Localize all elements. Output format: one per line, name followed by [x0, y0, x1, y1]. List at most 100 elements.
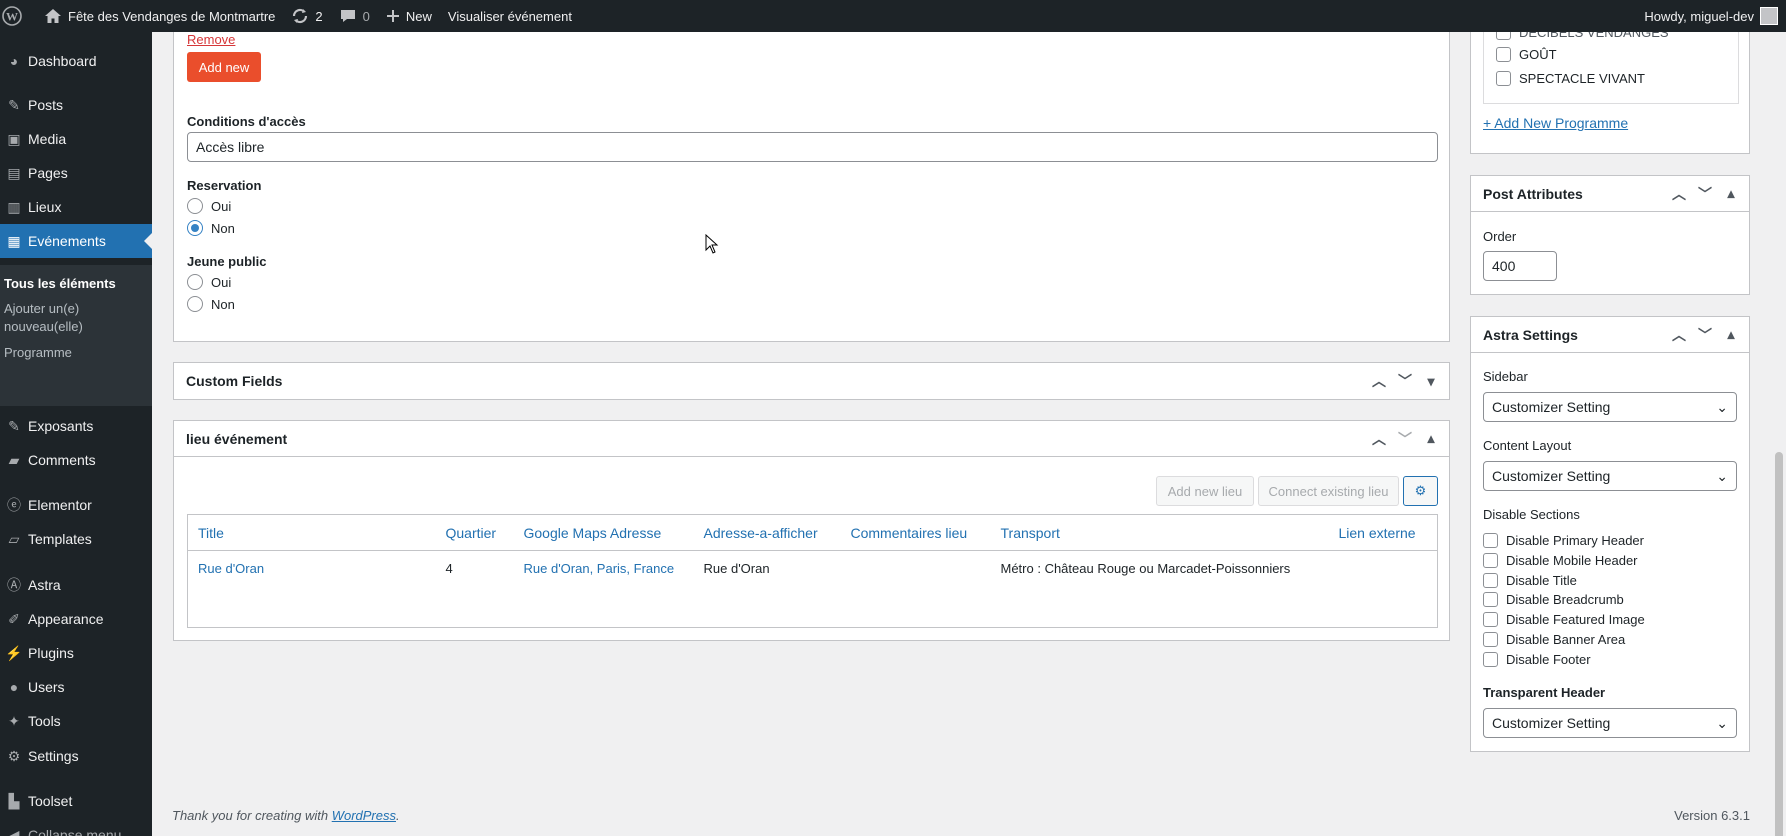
- programme-item[interactable]: GOÛT: [1496, 47, 1557, 62]
- menu-item-astra[interactable]: Ⓐ Astra: [0, 568, 152, 602]
- astra-settings-header[interactable]: Astra Settings ︿ ﹀ ▴: [1471, 317, 1749, 353]
- my-account-link[interactable]: Howdy, miguel-dev: [1636, 0, 1786, 32]
- toggle-arrow-up-icon[interactable]: ▴: [1723, 185, 1739, 202]
- chevron-down-icon[interactable]: ﹀: [1697, 186, 1713, 202]
- checkbox[interactable]: [1483, 573, 1498, 588]
- checkbox[interactable]: [1483, 553, 1498, 568]
- menu-item-comments[interactable]: ▰ Comments: [0, 443, 152, 477]
- menu-item-appearance[interactable]: ✐ Appearance: [0, 602, 152, 636]
- add-new-button[interactable]: Add new: [187, 52, 261, 82]
- checkbox[interactable]: [1496, 47, 1511, 62]
- disable-breadcrumb-option[interactable]: Disable Breadcrumb: [1483, 592, 1624, 607]
- chevron-down-icon[interactable]: ﹀: [1397, 373, 1413, 389]
- page-scrollbar[interactable]: [1772, 32, 1786, 836]
- col-transport[interactable]: Transport: [990, 514, 1329, 551]
- sidebar-select[interactable]: Customizer Setting ⌄: [1483, 392, 1737, 422]
- connect-existing-lieu-button[interactable]: Connect existing lieu: [1258, 476, 1399, 506]
- checkbox[interactable]: [1483, 612, 1498, 627]
- cell-google-maps-link[interactable]: Rue d'Oran, Paris, France: [514, 551, 694, 587]
- checkbox[interactable]: [1483, 632, 1498, 647]
- toggle-arrow-up-icon[interactable]: ▴: [1423, 430, 1439, 447]
- submenu-add-new[interactable]: Ajouter un(e) nouveau(elle): [4, 300, 144, 336]
- disable-mobile-header-option[interactable]: Disable Mobile Header: [1483, 553, 1638, 568]
- updates-link[interactable]: 2: [283, 0, 330, 32]
- checkbox[interactable]: [1483, 533, 1498, 548]
- menu-item-evenements[interactable]: ▦ Evénements: [0, 224, 152, 258]
- menu-item-users[interactable]: ● Users: [0, 670, 152, 704]
- radio-button[interactable]: [187, 274, 203, 290]
- jeune-oui-option[interactable]: Oui: [187, 274, 231, 290]
- add-new-programme-link[interactable]: + Add New Programme: [1483, 115, 1628, 131]
- reservation-non-option[interactable]: Non: [187, 220, 235, 236]
- reservation-oui-option[interactable]: Oui: [187, 198, 231, 214]
- menu-item-pages[interactable]: ▤ Pages: [0, 156, 152, 190]
- checkbox[interactable]: [1483, 652, 1498, 667]
- site-name-link[interactable]: Fête des Vendanges de Montmartre: [36, 0, 283, 32]
- radio-button[interactable]: [187, 296, 203, 312]
- menu-item-toolset[interactable]: ▙ Toolset: [0, 784, 152, 818]
- disable-featured-image-option[interactable]: Disable Featured Image: [1483, 612, 1645, 627]
- disable-title-option[interactable]: Disable Title: [1483, 573, 1577, 588]
- custom-fields-header[interactable]: Custom Fields ︿ ﹀ ▾: [174, 363, 1449, 399]
- scrollbar-thumb[interactable]: [1775, 452, 1783, 836]
- settings-gear-button[interactable]: ⚙: [1403, 476, 1438, 506]
- footer-thanks-suffix: .: [396, 808, 400, 823]
- menu-item-dashboard[interactable]: ◕ Dashboard: [0, 44, 152, 78]
- add-new-lieu-button[interactable]: Add new lieu: [1156, 476, 1254, 506]
- col-adresse-afficher[interactable]: Adresse-a-afficher: [693, 514, 841, 551]
- radio-button-checked[interactable]: [187, 220, 203, 236]
- disable-primary-header-option[interactable]: Disable Primary Header: [1483, 533, 1644, 548]
- chevron-down-icon[interactable]: ﹀: [1697, 327, 1713, 343]
- col-commentaires[interactable]: Commentaires lieu: [840, 514, 991, 551]
- menu-item-exposants[interactable]: ✎ Exposants: [0, 409, 152, 443]
- checkbox[interactable]: [1496, 32, 1511, 40]
- view-event-link[interactable]: Visualiser événement: [440, 0, 580, 32]
- col-quartier[interactable]: Quartier: [435, 514, 514, 551]
- toggle-arrow-up-icon[interactable]: ▴: [1723, 326, 1739, 343]
- toggle-arrow-down-icon[interactable]: ▾: [1423, 373, 1439, 389]
- content-layout-select[interactable]: Customizer Setting ⌄: [1483, 461, 1737, 491]
- checkbox[interactable]: [1483, 592, 1498, 607]
- menu-item-elementor[interactable]: ⓔ Elementor: [0, 488, 152, 522]
- chevron-up-icon[interactable]: ︿: [1371, 431, 1387, 447]
- menu-item-plugins[interactable]: ⚡ Plugins: [0, 636, 152, 670]
- menu-item-posts[interactable]: ✎ Posts: [0, 88, 152, 122]
- collapse-menu-button[interactable]: ◀ Collapse menu: [0, 818, 152, 836]
- menu-label: Tools: [28, 713, 61, 729]
- cell-title-link[interactable]: Rue d'Oran: [188, 551, 436, 587]
- chevron-up-icon[interactable]: ︿: [1671, 327, 1687, 343]
- wrench-icon: ✦: [8, 712, 20, 729]
- menu-item-settings[interactable]: ⚙ Settings: [0, 739, 152, 773]
- checkbox[interactable]: [1496, 71, 1511, 86]
- conditions-input[interactable]: Accès libre: [187, 132, 1438, 162]
- programme-item[interactable]: SPECTACLE VIVANT: [1496, 71, 1645, 86]
- chevron-up-icon[interactable]: ︿: [1671, 186, 1687, 202]
- menu-item-tools[interactable]: ✦ Tools: [0, 704, 152, 738]
- programme-item[interactable]: DÉCIBELS VENDANGES: [1496, 32, 1669, 40]
- col-google-maps[interactable]: Google Maps Adresse: [513, 514, 694, 551]
- cell-commentaires: [841, 551, 991, 587]
- new-content-link[interactable]: New: [378, 0, 440, 32]
- comments-link[interactable]: 0: [331, 0, 378, 32]
- chevron-down-icon[interactable]: ﹀: [1397, 431, 1413, 447]
- disable-banner-area-option[interactable]: Disable Banner Area: [1483, 632, 1625, 647]
- disable-footer-option[interactable]: Disable Footer: [1483, 652, 1591, 667]
- radio-button[interactable]: [187, 198, 203, 214]
- remove-link[interactable]: Remove: [187, 32, 235, 47]
- wordpress-logo-icon[interactable]: W: [0, 0, 36, 32]
- menu-item-lieux[interactable]: ▥ Lieux: [0, 190, 152, 224]
- menu-item-media[interactable]: ▣ Media: [0, 122, 152, 156]
- submenu-all-items[interactable]: Tous les éléments: [4, 275, 144, 293]
- chevron-up-icon[interactable]: ︿: [1371, 373, 1387, 389]
- lieu-header[interactable]: lieu événement ︿ ﹀ ▴: [174, 421, 1449, 457]
- col-title[interactable]: Title: [187, 514, 436, 551]
- jeune-non-option[interactable]: Non: [187, 296, 235, 312]
- checkbox-label: DÉCIBELS VENDANGES: [1519, 32, 1669, 40]
- transparent-header-select[interactable]: Customizer Setting ⌄: [1483, 708, 1737, 738]
- order-input[interactable]: 400: [1483, 251, 1557, 281]
- wordpress-link[interactable]: WordPress: [332, 808, 396, 823]
- col-lien-externe[interactable]: Lien externe: [1328, 514, 1438, 551]
- post-attributes-header[interactable]: Post Attributes ︿ ﹀ ▴: [1471, 176, 1749, 212]
- submenu-programme[interactable]: Programme: [4, 344, 144, 362]
- menu-item-templates[interactable]: ▱ Templates: [0, 522, 152, 556]
